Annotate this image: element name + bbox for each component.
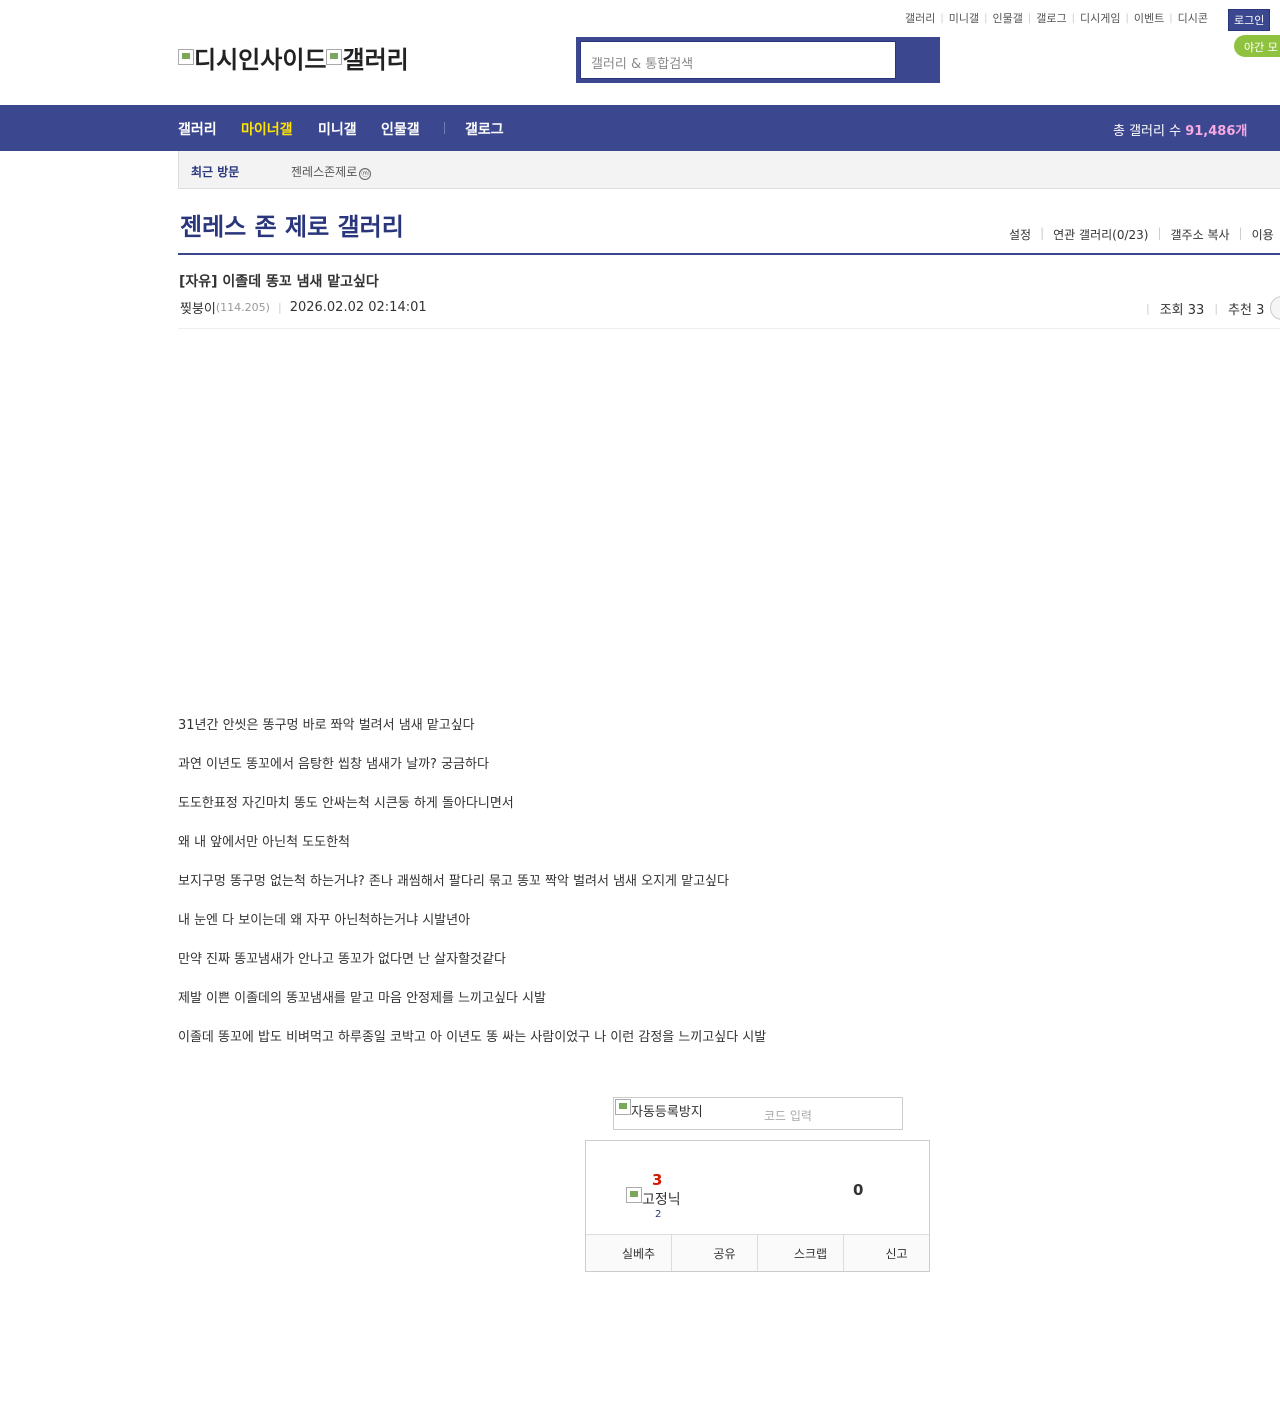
search-input[interactable]: 갤러리 & 통합검색 [580,41,896,79]
recent-visit-bar: 최근 방문 젠레스존제로 ⓜ [178,151,1280,189]
util-link-dccon[interactable]: 디시콘 [1173,10,1213,26]
recent-visit-label: 최근 방문 [191,165,240,179]
main-nav: 갤러리 마이너갤 미니갤 인물갤 갤로그 총 갤러리 수 91,486개 [0,105,1280,151]
broken-image-icon [326,48,343,65]
post-views: 조회 33 [1159,303,1205,318]
nav-item-mini[interactable]: 미니갤 [318,119,357,139]
broken-image-icon [615,1099,631,1115]
post-meta: 찢붕이 (114.205) | 2026.02.02 02:14:01 [180,298,427,317]
util-link-gallery[interactable]: 갤러리 [900,10,940,26]
recent-visit-item-label: 젠레스존제로 [291,165,358,179]
gallery-title[interactable]: 젠레스 존 제로 갤러리 [180,207,404,242]
report-button[interactable]: 신고 [844,1235,929,1271]
best-recommend-button[interactable]: 실베추 [586,1235,672,1271]
fixed-nick-alt: 고정닉 [642,1192,681,1208]
post-header-divider [178,328,1280,329]
night-mode-button[interactable]: 야간 모 [1234,35,1280,57]
post-date: 2026.02.02 02:14:01 [289,300,427,315]
upvote-count: 3 [652,1171,663,1189]
captcha-code-input[interactable]: 코드 입력 [764,1107,812,1124]
post-author[interactable]: 찢붕이 [180,298,216,317]
nav-item-gallog[interactable]: 갤로그 [465,119,504,139]
post-body-line: 과연 이년도 똥꼬에서 음탕한 씹창 냄새가 날까? 궁금하다 [178,757,489,772]
usage-link[interactable]: 이용 [1243,226,1280,243]
post-body-line: 왜 내 앞에서만 아닌척 도도한척 [178,835,351,850]
settings-link[interactable]: 설정 [1000,226,1040,243]
upvote-button[interactable]: 고정닉 [626,1187,681,1209]
captcha-image: 자동등록방지 [615,1099,703,1120]
post-body: 31년간 안씻은 똥구멍 바로 쫘악 벌려서 냄새 맡고싶다 과연 이년도 똥꼬… [178,718,766,1069]
related-gallery-link[interactable]: 연관 갤러리(0/23) [1044,226,1157,243]
divider: | [277,301,282,314]
nav-item-gallery[interactable]: 갤러리 [178,119,217,139]
search-box: 갤러리 & 통합검색 [576,37,940,83]
total-count: 91,486개 [1185,124,1248,139]
total-gallery-count: 총 갤러리 수 91,486개 [1113,120,1247,139]
divider: | [1146,302,1150,315]
minor-gallery-badge-icon: ⓜ [359,168,372,180]
logo-text-dcinside: 디시인사이드 [194,46,327,74]
post-recommend: 추천 3 [1228,303,1265,318]
post-body-line: 31년간 안씻은 똥구멍 바로 쫘악 벌려서 냄새 맡고싶다 [178,718,475,733]
broken-image-icon [178,48,194,65]
total-label: 총 갤러리 수 [1113,124,1182,139]
post-body-line: 내 눈엔 다 보이는데 왜 자꾸 아닌척하는거냐 시발년아 [178,913,471,928]
post-body-line: 만약 진짜 똥꼬냄새가 안나고 똥꼬가 없다면 난 살자할것같다 [178,952,506,967]
downvote-count[interactable]: 0 [853,1181,863,1199]
util-link-mini[interactable]: 미니갤 [944,10,984,26]
nav-item-minor[interactable]: 마이너갤 [241,119,293,139]
site-logo[interactable]: 디시인사이드 갤러리 [178,40,409,75]
post-author-ip: (114.205) [215,301,270,314]
top-utility-links: 갤러리 | 미니갤 | 인물갤 | 갤로그 | 디시게임 | 이벤트 | 디시콘 [900,10,1213,26]
recommend-box: 3 고정닉 2 0 실베추 공유 스크랩 신고 [585,1140,930,1272]
broken-image-icon [626,1187,642,1203]
recent-visit-item[interactable]: 젠레스존제로 ⓜ [291,163,372,180]
util-link-game[interactable]: 디시게임 [1075,10,1125,26]
post-body-line: 제발 이쁜 이졸데의 똥꼬냄새를 맡고 마음 안정제를 느끼고싶다 시발 [178,991,546,1006]
post-title: [자유] 이졸데 똥꼬 냄새 맡고싶다 [179,274,379,290]
util-link-gallog[interactable]: 갤로그 [1031,10,1071,26]
logo-text-gallery: 갤러리 [342,46,409,74]
gallery-menu: 설정 | 연관 갤러리(0/23) | 갤주소 복사 | 이용 [1000,226,1280,243]
title-divider [178,253,1280,255]
recommend-actions: 실베추 공유 스크랩 신고 [586,1234,929,1271]
nav-item-person[interactable]: 인물갤 [381,119,420,139]
divider: | [1214,302,1219,315]
post-stats: | 조회 33 | 추천 3 | [1136,299,1280,318]
nav-divider [444,122,445,134]
post-body-line: 이졸데 똥꼬에 밥도 비벼먹고 하루종일 코박고 아 이년도 똥 싸는 사람이었… [178,1030,767,1045]
captcha-box: 자동등록방지 코드 입력 [613,1097,903,1130]
post-body-line: 도도한표정 자긴마치 똥도 안싸는척 시큰둥 하게 돌아다니면서 [178,796,514,811]
share-button[interactable]: 공유 [672,1235,758,1271]
captcha-image-alt: 자동등록방지 [631,1105,703,1120]
copy-address-link[interactable]: 갤주소 복사 [1162,226,1239,243]
util-link-person[interactable]: 인물갤 [988,10,1028,26]
util-link-event[interactable]: 이벤트 [1129,10,1169,26]
post-body-line: 보지구멍 똥구멍 없는척 하는거냐? 존나 괘씸해서 팔다리 묶고 똥꼬 짝악 … [178,874,729,889]
fixed-nick-count: 2 [655,1209,662,1220]
login-button[interactable]: 로그인 [1228,9,1271,31]
scrap-button[interactable]: 스크랩 [758,1235,844,1271]
